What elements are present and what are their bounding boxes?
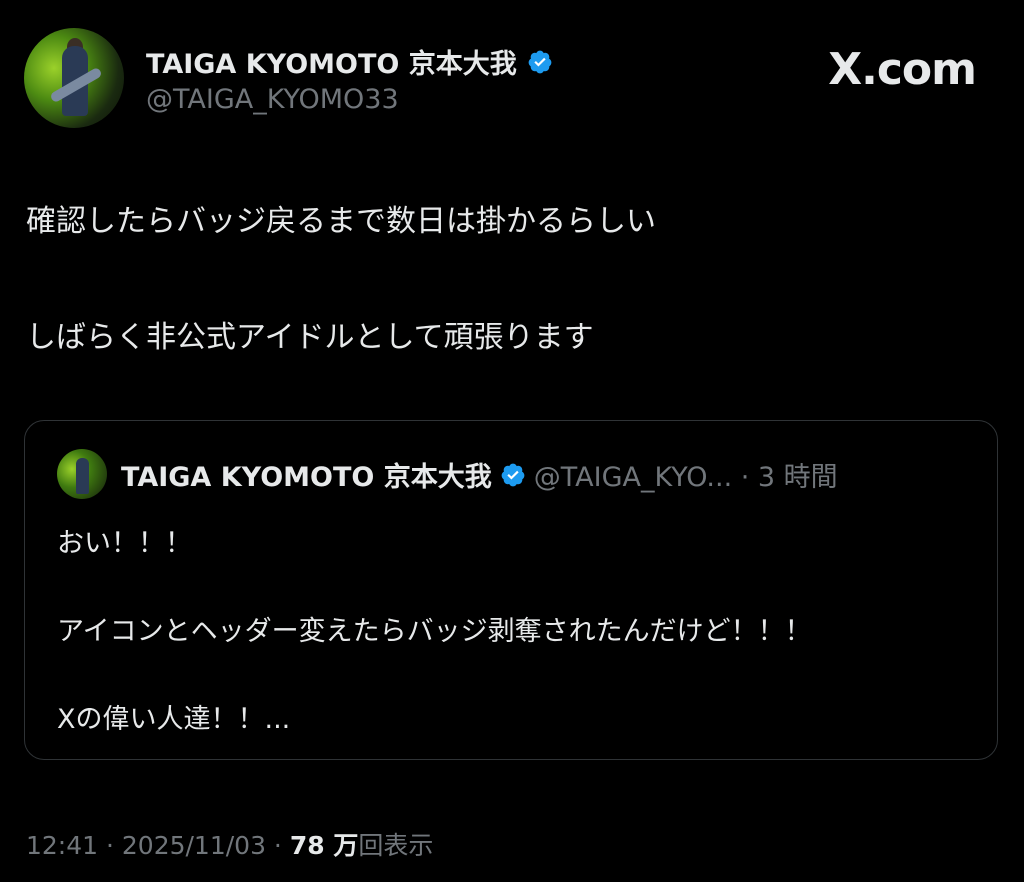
quoted-text-line: おい！！！ [57,528,192,559]
verified-badge-icon [501,463,525,486]
author-name-row[interactable]: TAIGA KYOMOTO 京本大我 [146,42,553,81]
tweet-header: TAIGA KYOMOTO 京本大我 @TAIGA_KYOMO33 X.com [24,28,1000,128]
view-count: 78 万 [289,831,359,860]
verified-badge-icon [528,50,552,73]
quoted-author-name: TAIGA KYOMOTO 京本大我 [121,462,492,493]
author-name[interactable]: TAIGA KYOMOTO 京本大我 [146,42,517,81]
timestamp[interactable]: 12:41 · 2025/11/03 · [26,831,290,860]
quoted-text-line: アイコンとヘッダー変えたらバッジ剥奪されたんだけど！！！ [57,616,812,647]
brand-logo: X.com [828,44,977,95]
avatar[interactable] [24,28,124,128]
tweet-text-line: しばらく非公式アイドルとして頑張ります [26,320,594,355]
author-handle[interactable]: @TAIGA_KYOMO33 [146,84,399,115]
quoted-handle-time: @TAIGA_KYO... · 3 時間 [533,462,838,493]
quoted-tweet[interactable]: TAIGA KYOMOTO 京本大我 @TAIGA_KYO... · 3 時間 … [24,420,998,760]
tweet-text-line: 確認したらバッジ戻るまで数日は掛かるらしい [26,204,656,239]
quoted-header: TAIGA KYOMOTO 京本大我 @TAIGA_KYO... · 3 時間 [121,455,838,494]
views-label: 回表示 [358,831,434,860]
quoted-avatar [57,449,107,499]
tweet-meta: 12:41 · 2025/11/03 · 78 万回表示 [26,826,433,862]
quoted-text-line: Xの偉い人達！！... [57,704,291,735]
